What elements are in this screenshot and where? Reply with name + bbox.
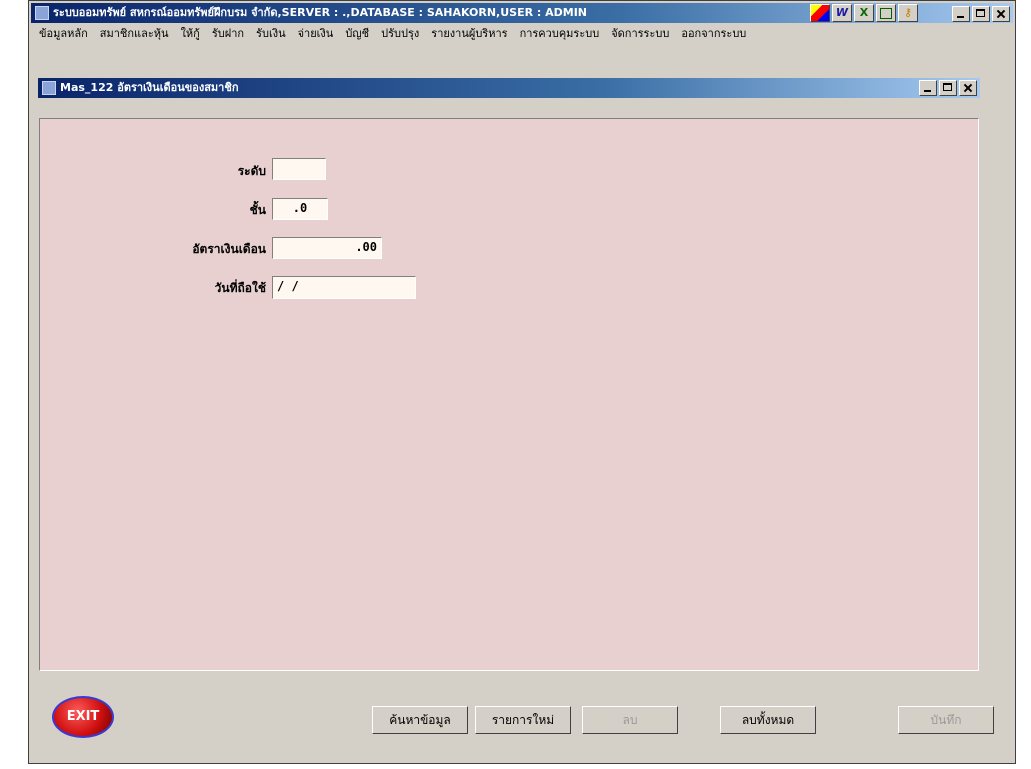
menu-item-adjust[interactable]: ปรับปรุง (375, 25, 425, 43)
save-button[interactable]: บันทึก (898, 706, 994, 734)
level-label: ระดับ (237, 164, 266, 178)
menu-item-loans[interactable]: ให้กู้ (175, 25, 206, 43)
minimize-button[interactable] (952, 6, 970, 22)
key-icon[interactable]: ⚷ (898, 4, 918, 22)
child-window-icon (42, 81, 56, 95)
child-window-title: Mas_122 อัตราเงินเดือนของสมาชิก (60, 81, 239, 94)
app-title: ระบบออมทรัพย์ สหกรณ์ออมทรัพย์ฝึกบรม จำกั… (53, 6, 588, 19)
step-field[interactable]: .0 (272, 198, 328, 220)
menu-item-reports[interactable]: รายงานผู้บริหาร (425, 25, 513, 43)
menu-item-members[interactable]: สมาชิกและหุ้น (94, 25, 175, 43)
menu-item-accounts[interactable]: บัญชี (339, 25, 375, 43)
app-icon (35, 6, 49, 20)
child-close-button[interactable] (959, 80, 977, 96)
maximize-button[interactable] (972, 6, 990, 22)
window-icon[interactable] (876, 4, 896, 22)
level-field[interactable] (272, 158, 326, 180)
step-label: ชั้น (249, 203, 266, 217)
menu-item-pay[interactable]: จ่ายเงิน (292, 25, 340, 43)
child-title-bar[interactable]: Mas_122 อัตราเงินเดือนของสมาชิก (38, 78, 980, 98)
salary-rate-field[interactable]: .00 (272, 237, 382, 259)
menu-item-receive[interactable]: รับเงิน (250, 25, 292, 43)
effective-date-label: วันที่ถือใช้ (214, 281, 266, 295)
search-button[interactable]: ค้นหาข้อมูล (372, 706, 468, 734)
menu-item-master[interactable]: ข้อมูลหลัก (33, 25, 94, 43)
delete-button[interactable]: ลบ (582, 706, 678, 734)
child-maximize-button[interactable] (939, 80, 957, 96)
menu-item-logout[interactable]: ออกจากระบบ (675, 25, 752, 43)
delete-all-button[interactable]: ลบทั้งหมด (720, 706, 816, 734)
main-window-controls (950, 6, 1010, 22)
toolbar-icons: W X ⚷ (810, 4, 918, 22)
excel-icon[interactable]: X (854, 4, 874, 22)
menu-item-control[interactable]: การควบคุมระบบ (514, 25, 606, 43)
new-record-button[interactable]: รายการใหม่ (475, 706, 571, 734)
effective-date-field[interactable]: / / (272, 276, 416, 299)
main-title-bar[interactable]: ระบบออมทรัพย์ สหกรณ์ออมทรัพย์ฝึกบรม จำกั… (31, 3, 1013, 23)
word-icon[interactable]: W (832, 4, 852, 22)
menu-item-deposits[interactable]: รับฝาก (206, 25, 250, 43)
child-window-controls (917, 80, 977, 96)
close-button[interactable] (992, 6, 1010, 22)
exit-button[interactable]: EXIT (52, 696, 114, 738)
salary-rate-label: อัตราเงินเดือน (192, 242, 266, 256)
menu-item-admin[interactable]: จัดการระบบ (605, 25, 675, 43)
grid-icon[interactable] (810, 4, 830, 22)
menu-bar: ข้อมูลหลัก สมาชิกและหุ้น ให้กู้ รับฝาก ร… (33, 25, 752, 43)
child-minimize-button[interactable] (919, 80, 937, 96)
